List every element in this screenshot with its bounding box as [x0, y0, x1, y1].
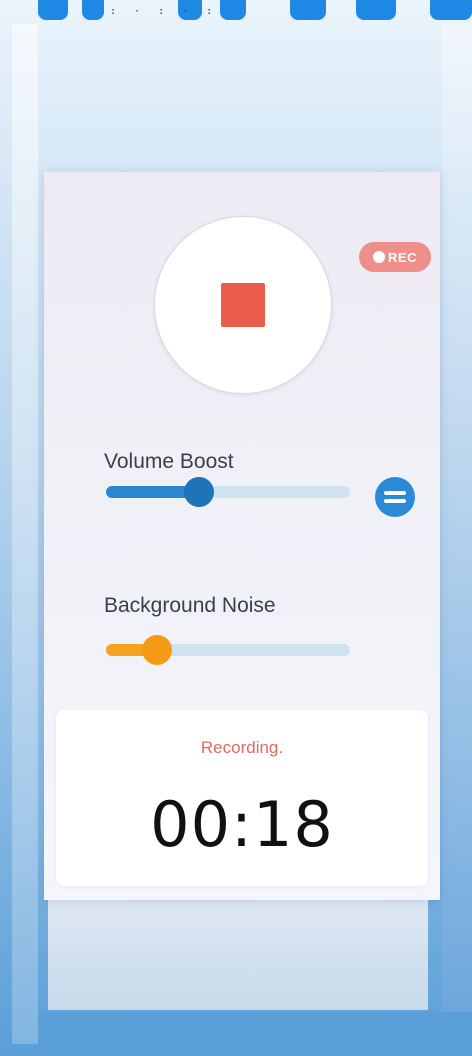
background-panel — [48, 900, 428, 1010]
recording-status: Recording. — [200, 738, 284, 757]
partial-headline: : · : · : — [0, 0, 472, 22]
background-noise-thumb[interactable] — [142, 635, 173, 665]
rec-badge: REC — [359, 242, 431, 272]
menu-icon-bar — [384, 499, 406, 503]
volume-boost-slider[interactable] — [106, 477, 350, 507]
record-stop-button[interactable] — [154, 216, 332, 394]
background-panel-right — [442, 24, 472, 1044]
stop-square-icon — [221, 283, 265, 327]
dot-icon — [373, 251, 386, 263]
volume-boost-label: Volume Boost — [104, 450, 234, 473]
background-noise-slider[interactable] — [106, 635, 350, 665]
bottom-band — [38, 1012, 472, 1056]
menu-icon-bar — [384, 491, 406, 495]
recording-timer: 00:18 — [150, 788, 334, 861]
headline-dots: : · : · : — [110, 6, 219, 17]
background-panel-left — [12, 24, 38, 1044]
menu-button[interactable] — [375, 477, 415, 517]
volume-boost-thumb[interactable] — [183, 477, 214, 507]
background-noise-label: Background Noise — [104, 594, 276, 617]
recorder-card: REC Volume Boost Background Noise Record… — [44, 172, 440, 900]
rec-badge-label: REC — [388, 249, 417, 265]
status-panel: Recording. 00:18 — [56, 710, 428, 886]
